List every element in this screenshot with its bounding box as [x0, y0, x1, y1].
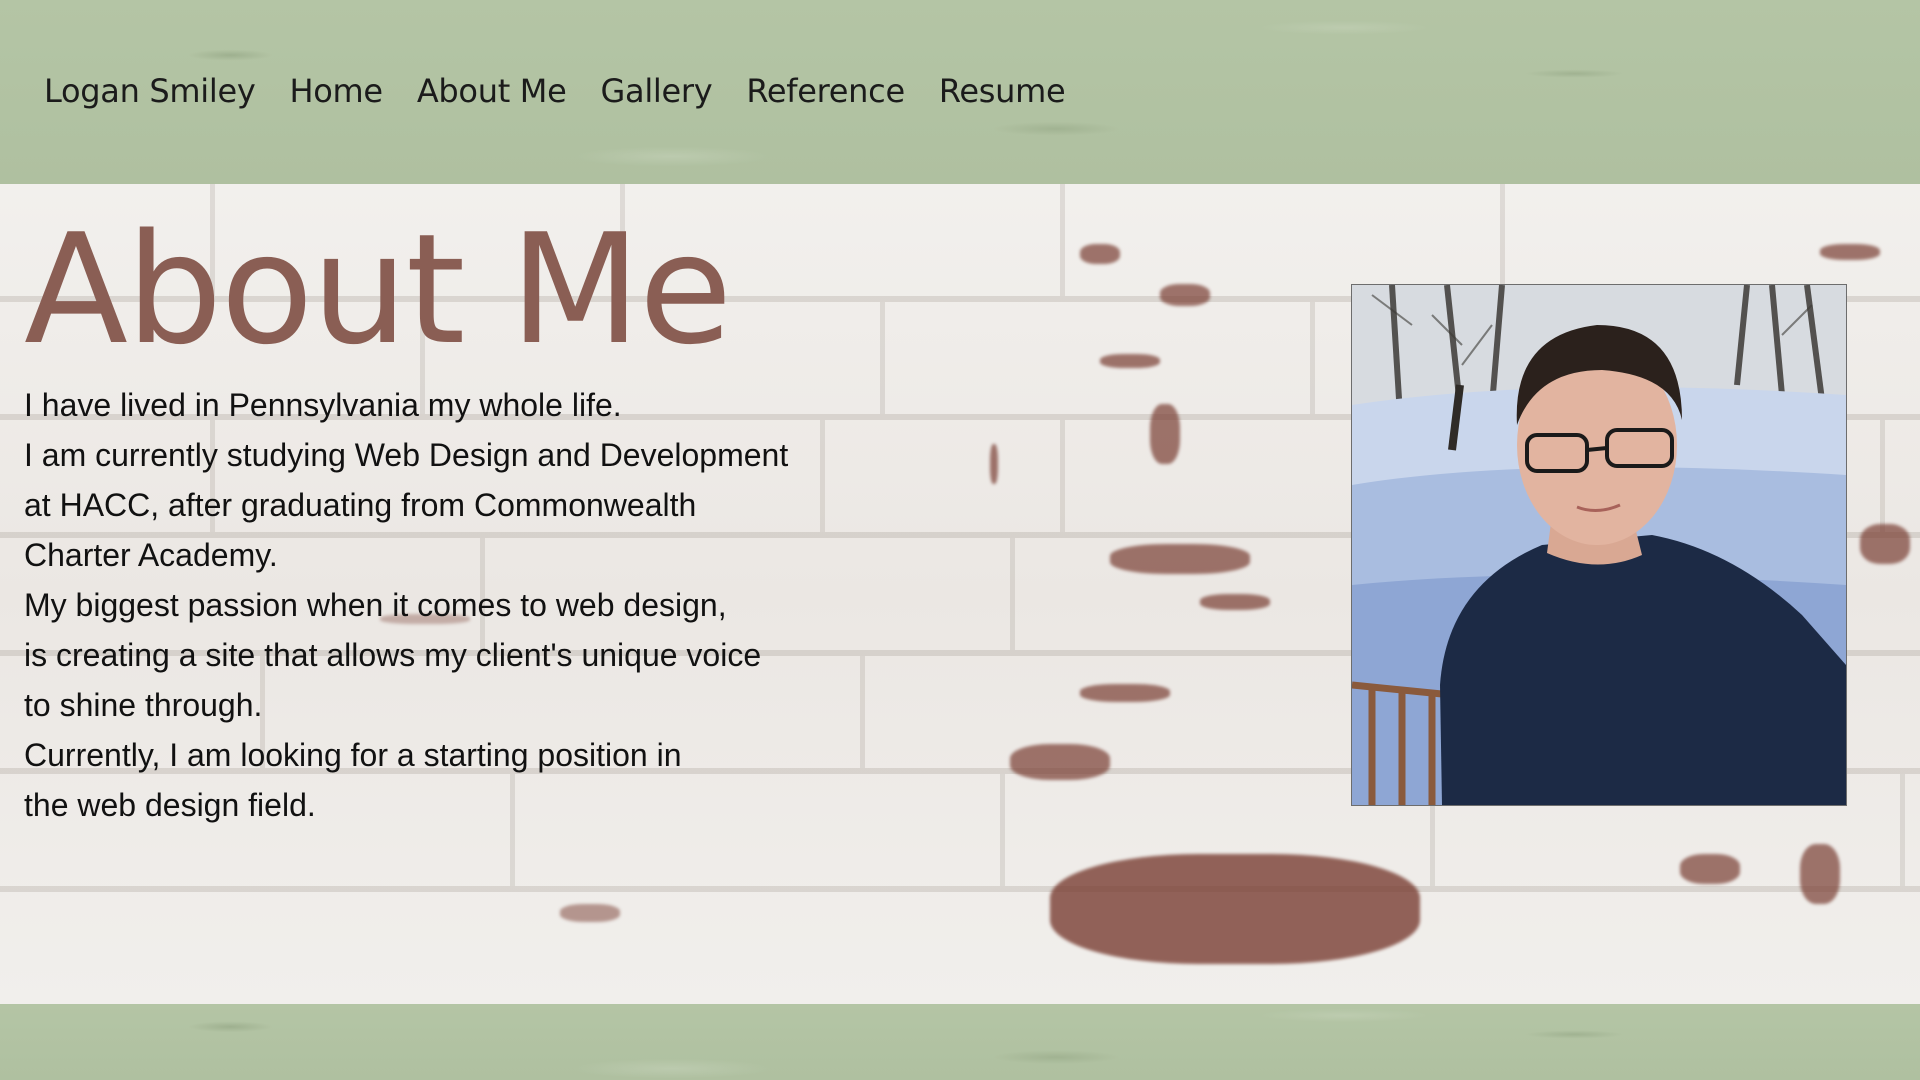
- bio-line: Charter Academy.: [24, 537, 278, 573]
- bio-text: I have lived in Pennsylvania my whole li…: [24, 380, 904, 830]
- nav-item-gallery: Gallery: [601, 66, 747, 116]
- nav-link-logan-smiley[interactable]: Logan Smiley: [44, 72, 256, 110]
- nav-link-about-me[interactable]: About Me: [417, 72, 567, 110]
- nav-link-gallery[interactable]: Gallery: [601, 72, 713, 110]
- nav-item-home: Home: [290, 66, 417, 116]
- nav-item-reference: Reference: [746, 66, 938, 116]
- bio-line: I am currently studying Web Design and D…: [24, 437, 789, 473]
- bio-line: the web design field.: [24, 787, 316, 823]
- bio-line: My biggest passion when it comes to web …: [24, 587, 727, 623]
- nav-link-reference[interactable]: Reference: [746, 72, 905, 110]
- nav-link-resume[interactable]: Resume: [939, 72, 1066, 110]
- bio-line: to shine through.: [24, 687, 263, 723]
- profile-photo: [1351, 284, 1847, 806]
- site-header: Logan Smiley Home About Me Gallery Refer…: [0, 0, 1920, 184]
- nav-link-home[interactable]: Home: [290, 72, 384, 110]
- nav-item-about-me: About Me: [417, 66, 601, 116]
- portrait-photo-icon: [1352, 285, 1846, 805]
- bio-line: is creating a site that allows my client…: [24, 637, 762, 673]
- bio-line: at HACC, after graduating from Commonwea…: [24, 487, 697, 523]
- nav-list: Logan Smiley Home About Me Gallery Refer…: [44, 66, 1099, 116]
- nav-item-resume: Resume: [939, 66, 1100, 116]
- page-title: About Me: [24, 201, 732, 378]
- site-footer: [0, 1004, 1920, 1080]
- bio-line: I have lived in Pennsylvania my whole li…: [24, 387, 622, 423]
- bio-line: Currently, I am looking for a starting p…: [24, 737, 682, 773]
- nav-item-site-name: Logan Smiley: [44, 66, 290, 116]
